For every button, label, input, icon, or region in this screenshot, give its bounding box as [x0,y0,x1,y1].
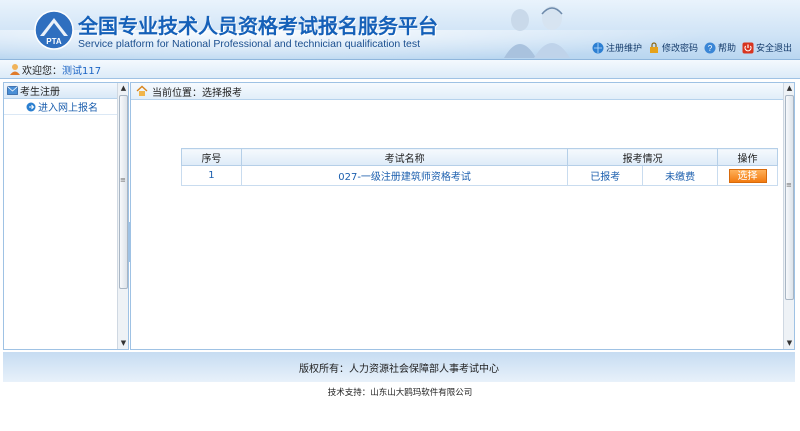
scroll-down-arrow[interactable]: ▼ [118,338,129,349]
footer-copyright-bar: 版权所有：人力资源社会保障部人事考试中心 [3,352,795,382]
power-icon [742,42,754,53]
select-button[interactable]: 选择 [728,168,767,183]
cell-status: 已报考 未缴费 [567,165,719,186]
col-header-action: 操作 [717,148,778,166]
breadcrumb-text: 当前位置：选择报考 [152,87,242,99]
breadcrumb: 当前位置：选择报考 [131,83,794,100]
logo-text: PTA [46,37,62,46]
change-password-label: 修改密码 [661,44,698,54]
exam-table: 序号 考试名称 报考情况 操作 1 027-一级注册建筑师资格考试 已报考 未缴… [181,148,778,186]
help-icon: ? [704,42,716,53]
top-links: 注册维护 修改密码 ? 帮助 安全退出 [592,41,792,54]
col-header-status: 报考情况 [567,148,719,166]
status-payment: 未缴费 [665,172,696,183]
cell-action: 选择 [717,165,778,186]
scroll-grip-icon: ≡ [120,176,126,184]
envelope-icon [7,86,18,95]
arrow-right-icon [26,102,36,112]
help-label: 帮助 [717,44,736,54]
user-icon [10,64,20,75]
sidebar-scrollbar[interactable]: ▲ ≡ ▼ [117,83,128,349]
main-panel: 当前位置：选择报考 序号 考试名称 报考情况 操作 1 027-一级注册建筑师资… [130,82,795,350]
tech-support-text: 技术支持：山东山大鸥玛软件有限公司 [327,388,473,398]
logout-label: 安全退出 [755,44,792,54]
sidebar-item-online-registration[interactable]: 进入网上报名 [4,99,128,115]
username: 测试117 [62,65,102,77]
sidebar-section-header[interactable]: 考生注册 [4,83,128,99]
main-scroll-grip-icon: ≡ [786,181,792,189]
lock-icon [649,41,658,53]
home-icon [136,85,148,96]
sidebar-item-label: 进入网上报名 [38,103,98,114]
site-title: 全国专业技术人员资格考试报名服务平台 [78,14,438,38]
help-link[interactable]: ? 帮助 [704,41,736,54]
site-subtitle: Service platform for National Profession… [78,38,421,50]
register-maintain-link[interactable]: 注册维护 [592,41,642,54]
sidebar-section-label: 考生注册 [20,87,60,98]
cell-index: 1 [181,165,242,186]
main-scroll-down-arrow[interactable]: ▼ [784,338,795,349]
status-registered: 已报考 [568,166,644,185]
main-scrollbar[interactable]: ▲ ≡ ▼ [783,83,794,349]
globe-icon [592,42,604,53]
cell-exam-name: 027-一级注册建筑师资格考试 [240,165,569,186]
operator-illustration [504,6,570,58]
header-banner: PTA 全国专业技术人员资格考试报名服务平台 Service platform … [0,0,800,60]
sidebar: 考生注册 进入网上报名 ▲ ≡ ▼ [3,82,129,350]
svg-text:?: ? [708,44,713,53]
copyright-text: 版权所有：人力资源社会保障部人事考试中心 [299,363,499,375]
logout-link[interactable]: 安全退出 [742,41,792,54]
scroll-thumb[interactable] [119,95,128,289]
welcome-bar: 欢迎您： 测试117 [0,60,800,79]
table-header-row: 序号 考试名称 报考情况 操作 [181,148,778,166]
change-password-link[interactable]: 修改密码 [648,41,698,54]
main-scroll-thumb[interactable] [785,95,794,300]
register-maintain-label: 注册维护 [605,44,642,54]
scroll-up-arrow[interactable]: ▲ [118,83,129,94]
col-header-exam-name: 考试名称 [240,148,569,166]
welcome-label: 欢迎您： [22,65,62,77]
pta-logo: PTA [34,10,74,50]
table-row: 1 027-一级注册建筑师资格考试 已报考 未缴费 选择 [181,165,778,186]
main-scroll-up-arrow[interactable]: ▲ [784,83,795,94]
col-header-index: 序号 [181,148,242,166]
